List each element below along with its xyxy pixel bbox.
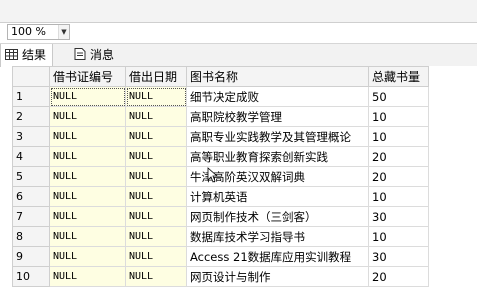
row-number-cell[interactable]: 4 [12, 146, 50, 167]
mouse-cursor-icon [207, 167, 219, 183]
card-number-cell[interactable]: NULL [49, 166, 126, 187]
table-row[interactable]: 3 NULL NULL 高职专业实践教学及其管理概论 10 [12, 126, 429, 147]
card-number-cell[interactable]: NULL [49, 146, 126, 167]
book-title-cell[interactable]: 数据库技术学习指导书 [186, 226, 369, 247]
column-header-card-number[interactable]: 借书证编号 [49, 66, 126, 87]
row-number-cell[interactable]: 10 [12, 266, 50, 287]
tab-results[interactable]: 结果 [0, 44, 54, 67]
column-header-borrow-date[interactable]: 借出日期 [125, 66, 187, 87]
book-title-cell[interactable]: 网页设计与制作 [186, 266, 369, 287]
zoom-dropdown[interactable]: 100 % ▼ [7, 24, 70, 40]
zoom-value: 100 % [11, 25, 46, 38]
message-icon [74, 45, 86, 67]
total-copies-cell[interactable]: 20 [368, 266, 429, 287]
table-row[interactable]: 6 NULL NULL 计算机英语 10 [12, 186, 429, 207]
total-copies-cell[interactable]: 30 [368, 206, 429, 227]
table-row[interactable]: 7 NULL NULL 网页制作技术（三剑客） 30 [12, 206, 429, 227]
card-number-cell[interactable]: NULL [49, 126, 126, 147]
card-number-cell[interactable]: NULL [49, 246, 126, 267]
card-number-cell[interactable]: NULL [49, 206, 126, 227]
results-tab-bar: 结果 消息 [0, 43, 477, 67]
row-number-cell[interactable]: 9 [12, 246, 50, 267]
book-title-cell[interactable]: 网页制作技术（三剑客） [186, 206, 369, 227]
total-copies-cell[interactable]: 50 [368, 86, 429, 107]
total-copies-cell[interactable]: 10 [368, 226, 429, 247]
table-row[interactable]: 1 NULL NULL 细节决定成败 50 [12, 86, 429, 107]
row-number-cell[interactable]: 5 [12, 166, 50, 187]
row-number-cell[interactable]: 3 [12, 126, 50, 147]
borrow-date-cell[interactable]: NULL [125, 226, 187, 247]
column-header-total-copies[interactable]: 总藏书量 [368, 66, 429, 87]
card-number-cell[interactable]: NULL [49, 186, 126, 207]
card-number-cell[interactable]: NULL [49, 266, 126, 287]
row-number-cell[interactable]: 1 [12, 86, 50, 107]
table-row[interactable]: 8 NULL NULL 数据库技术学习指导书 10 [12, 226, 429, 247]
row-number-cell[interactable]: 7 [12, 206, 50, 227]
tab-messages[interactable]: 消息 [70, 44, 120, 66]
table-row[interactable]: 4 NULL NULL 高等职业教育探索创新实践 20 [12, 146, 429, 167]
card-number-cell[interactable]: NULL [49, 86, 126, 107]
table-row[interactable]: 9 NULL NULL Access 21数据库应用实训教程 30 [12, 246, 429, 267]
table-row[interactable]: 2 NULL NULL 高职院校教学管理 10 [12, 106, 429, 127]
grid-icon [5, 45, 18, 67]
table-row[interactable]: 10 NULL NULL 网页设计与制作 20 [12, 266, 429, 287]
tab-messages-label: 消息 [90, 48, 115, 62]
borrow-date-cell[interactable]: NULL [125, 186, 187, 207]
borrow-date-cell[interactable]: NULL [125, 126, 187, 147]
total-copies-cell[interactable]: 20 [368, 146, 429, 167]
column-header-book-title[interactable]: 图书名称 [186, 66, 369, 87]
total-copies-cell[interactable]: 10 [368, 106, 429, 127]
borrow-date-cell[interactable]: NULL [125, 106, 187, 127]
card-number-cell[interactable]: NULL [49, 106, 126, 127]
book-title-cell[interactable]: 细节决定成败 [186, 86, 369, 107]
book-title-cell[interactable]: 高职专业实践教学及其管理概论 [186, 126, 369, 147]
tab-results-label: 结果 [22, 48, 47, 62]
book-title-cell[interactable]: Access 21数据库应用实训教程 [186, 246, 369, 267]
total-copies-cell[interactable]: 30 [368, 246, 429, 267]
borrow-date-cell[interactable]: NULL [125, 166, 187, 187]
borrow-date-cell[interactable]: NULL [125, 86, 187, 107]
card-number-cell[interactable]: NULL [49, 226, 126, 247]
editor-top-strip [0, 0, 477, 23]
total-copies-cell[interactable]: 10 [368, 186, 429, 207]
borrow-date-cell[interactable]: NULL [125, 246, 187, 267]
results-grid[interactable]: 借书证编号 借出日期 图书名称 总藏书量 1 NULL NULL 细节决定成败 50 2 N… [12, 66, 477, 294]
book-title-cell[interactable]: 计算机英语 [186, 186, 369, 207]
row-number-cell[interactable]: 2 [12, 106, 50, 127]
row-number-cell[interactable]: 8 [12, 226, 50, 247]
total-copies-cell[interactable]: 10 [368, 126, 429, 147]
table-row[interactable]: 5 NULL NULL 牛津高阶英汉双解词典 20 [12, 166, 429, 187]
chevron-down-icon[interactable]: ▼ [58, 25, 69, 39]
row-number-header[interactable] [12, 66, 50, 87]
borrow-date-cell[interactable]: NULL [125, 266, 187, 287]
book-title-cell[interactable]: 高职院校教学管理 [186, 106, 369, 127]
borrow-date-cell[interactable]: NULL [125, 206, 187, 227]
row-number-cell[interactable]: 6 [12, 186, 50, 207]
grid-header-row: 借书证编号 借出日期 图书名称 总藏书量 [12, 66, 429, 87]
book-title-cell[interactable]: 高等职业教育探索创新实践 [186, 146, 369, 167]
borrow-date-cell[interactable]: NULL [125, 146, 187, 167]
total-copies-cell[interactable]: 20 [368, 166, 429, 187]
